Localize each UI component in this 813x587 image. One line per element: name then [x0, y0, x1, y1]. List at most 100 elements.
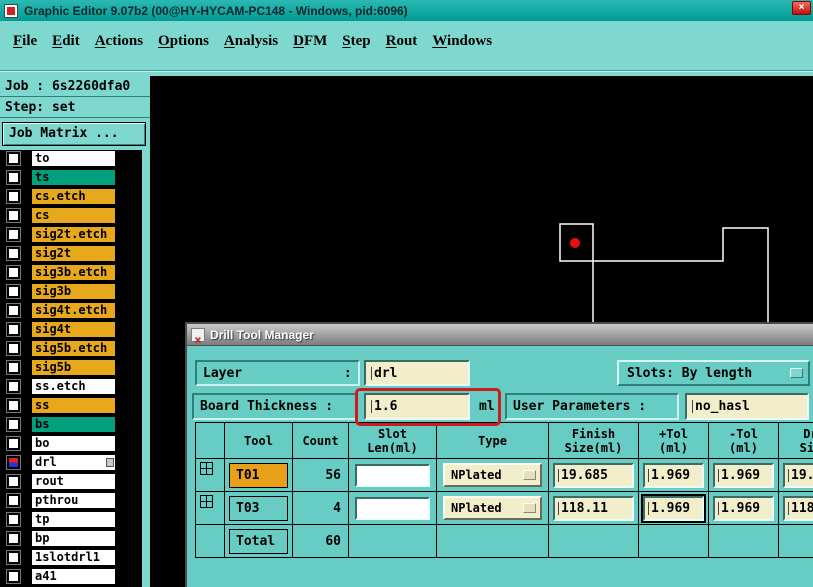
layer-checkbox-bs[interactable] [6, 417, 21, 432]
layer-name-tp[interactable]: tp [31, 511, 116, 528]
layer-row-tp: tp [0, 511, 142, 528]
layer-checkbox-ts[interactable] [6, 170, 21, 185]
layer-checkbox-pthrou[interactable] [6, 493, 21, 508]
layer-row-ts: ts [0, 169, 142, 186]
layer-name-ts[interactable]: ts [31, 169, 116, 186]
layer-name-1slotdrl1[interactable]: 1slotdrl1 [31, 549, 116, 566]
slot-len-input-t01[interactable] [355, 463, 430, 487]
layer-checkbox-a41[interactable] [6, 569, 21, 584]
dropdown-handle-icon [790, 368, 803, 378]
layer-input[interactable]: drl [364, 360, 470, 386]
layer-name-sig3b[interactable]: sig3b [31, 283, 116, 300]
layer-checkbox-1slotdrl1[interactable] [6, 550, 21, 565]
layer-checkbox-sig2t[interactable] [6, 246, 21, 261]
slots-dropdown[interactable]: Slots: By length [617, 360, 810, 386]
tool-cell-t01[interactable]: T01 [229, 462, 288, 488]
layer-name-sig2t.etch[interactable]: sig2t.etch [31, 226, 116, 243]
menu-windows[interactable]: Windows [432, 33, 492, 53]
menu-file[interactable]: File [13, 33, 37, 53]
layer-name-pthrou[interactable]: pthrou [31, 492, 116, 509]
minus-tol-input-t01[interactable]: 1.969 [713, 462, 774, 488]
finish-size-input-t03[interactable]: 118.11 [553, 495, 634, 521]
menu-analysis[interactable]: Analysis [224, 33, 278, 53]
layer-row-drl: drl [0, 454, 142, 471]
row-select-t01[interactable] [196, 459, 225, 492]
layer-row-1slotdrl1: 1slotdrl1 [0, 549, 142, 566]
layer-checkbox-cs[interactable] [6, 208, 21, 223]
crosshair-icon [200, 495, 213, 508]
total-empty-plus-tol [639, 525, 709, 558]
layer-name-sig4t[interactable]: sig4t [31, 321, 116, 338]
plus-tol-cell-t03: 1.969 [639, 492, 709, 525]
tool-cell-t03[interactable]: T03 [229, 495, 288, 521]
user-parameters-input[interactable]: no_hasl [685, 393, 809, 420]
job-matrix-button[interactable]: Job Matrix ... [2, 122, 146, 146]
layer-checkbox-tp[interactable] [6, 512, 21, 527]
layer-checkbox-sig3b[interactable] [6, 284, 21, 299]
layer-name-bp[interactable]: bp [31, 530, 116, 547]
close-button[interactable]: × [792, 1, 811, 15]
layer-row-to: to [0, 150, 142, 167]
layer-name-cs[interactable]: cs [31, 207, 116, 224]
layer-checkbox-ss.etch[interactable] [6, 379, 21, 394]
drill-size-input-t03[interactable]: 118 [783, 495, 813, 521]
layer-checkbox-rout[interactable] [6, 474, 21, 489]
layer-checkbox-sig4t[interactable] [6, 322, 21, 337]
layer-checkbox-bp[interactable] [6, 531, 21, 546]
layer-name-cs.etch[interactable]: cs.etch [31, 188, 116, 205]
row-select-t03[interactable] [196, 492, 225, 525]
dialog-title-bar[interactable]: Drill Tool Manager [187, 324, 813, 346]
layer-checkbox-to[interactable] [6, 151, 21, 166]
th-plus-tol: +Tol (ml) [639, 423, 709, 459]
minus-tol-input-t03[interactable]: 1.969 [713, 495, 774, 521]
menu-step[interactable]: Step [342, 33, 370, 53]
title-bar[interactable]: Graphic Editor 9.07b2 (00@HY-HYCAM-PC148… [0, 0, 813, 21]
plus-tol-input-t03[interactable]: 1.969 [643, 495, 704, 521]
graphic-editor-window: Graphic Editor 9.07b2 (00@HY-HYCAM-PC148… [0, 0, 813, 587]
layer-name-sig5b[interactable]: sig5b [31, 359, 116, 376]
layer-name-sig3b.etch[interactable]: sig3b.etch [31, 264, 116, 281]
layer-name-ss[interactable]: ss [31, 397, 116, 414]
layer-name-sig4t.etch[interactable]: sig4t.etch [31, 302, 116, 319]
layer-name-to[interactable]: to [31, 150, 116, 167]
type-dropdown-t03[interactable]: NPlated [443, 496, 542, 520]
layer-name-bs[interactable]: bs [31, 416, 116, 433]
layer-name-bo[interactable]: bo [31, 435, 116, 452]
slot-len-input-t03[interactable] [355, 496, 430, 520]
layer-checkbox-bo[interactable] [6, 436, 21, 451]
crosshair-icon [200, 462, 213, 475]
total-empty-finish [549, 525, 639, 558]
layer-checkbox-sig2t.etch[interactable] [6, 227, 21, 242]
layer-row-sig3b: sig3b [0, 283, 142, 300]
layer-name-sig2t[interactable]: sig2t [31, 245, 116, 262]
layer-checkbox-sig3b.etch[interactable] [6, 265, 21, 280]
plus-tol-input-t01[interactable]: 1.969 [643, 462, 704, 488]
menu-rout[interactable]: Rout [386, 33, 418, 53]
layer-row-bp: bp [0, 530, 142, 547]
layer-name-a41[interactable]: a41 [31, 568, 116, 585]
layer-row-rout: rout [0, 473, 142, 490]
menu-dfm[interactable]: DFM [293, 33, 327, 53]
layer-name-sig5b.etch[interactable]: sig5b.etch [31, 340, 116, 357]
layer-checkbox-ss[interactable] [6, 398, 21, 413]
layer-name-ss.etch[interactable]: ss.etch [31, 378, 116, 395]
layer-name-drl[interactable]: drl [31, 454, 116, 471]
board-thickness-input[interactable]: 1.6 [364, 393, 470, 420]
drill-marker [570, 238, 580, 248]
layer-checkbox-sig5b[interactable] [6, 360, 21, 375]
layer-name-rout[interactable]: rout [31, 473, 116, 490]
layer-scrollbar[interactable] [142, 150, 150, 587]
layer-checkbox-sig5b.etch[interactable] [6, 341, 21, 356]
tool-table: Tool Count Slot Len(ml) Type Finish Size… [195, 422, 813, 558]
layer-checkbox-cs.etch[interactable] [6, 189, 21, 204]
menu-actions[interactable]: Actions [95, 33, 143, 53]
total-empty-type [437, 525, 549, 558]
job-label: Job : 6s2260dfa0 [0, 76, 150, 97]
finish-size-input-t01[interactable]: 19.685 [553, 462, 634, 488]
layer-checkbox-sig4t.etch[interactable] [6, 303, 21, 318]
type-dropdown-t01[interactable]: NPlated [443, 463, 542, 487]
menu-options[interactable]: Options [158, 33, 209, 53]
drill-size-input-t01[interactable]: 19. [783, 462, 813, 488]
menu-edit[interactable]: Edit [52, 33, 80, 53]
layer-active-checkbox-drl[interactable] [6, 455, 21, 470]
